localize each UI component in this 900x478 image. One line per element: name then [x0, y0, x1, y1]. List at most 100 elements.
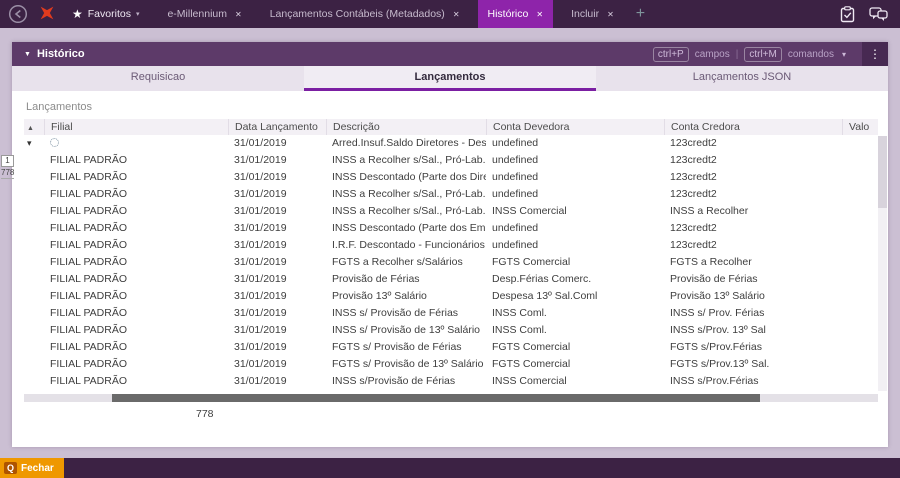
table-row[interactable]: FILIAL PADRÃO 31/01/2019 INSS a Recolher s…	[24, 186, 878, 203]
table-row[interactable]: FILIAL PADRÃO 31/01/2019 FGTS s/ Provisão …	[24, 356, 878, 373]
tab-lancamentos[interactable]: Lançamentos	[304, 66, 596, 91]
filial-cell: FILIAL PADRÃO	[50, 205, 128, 217]
row-expand-cell	[24, 152, 44, 169]
date-cell: 31/01/2019	[234, 341, 287, 353]
tab-lancamentos-json[interactable]: Lançamentos JSON	[596, 66, 888, 91]
table-row[interactable]: FILIAL PADRÃO 31/01/2019 FGTS s/ Provisão …	[24, 339, 878, 356]
panel-tabstrip: Requisicao Lançamentos Lançamentos JSON	[12, 66, 888, 91]
valor-cell	[842, 135, 878, 152]
loading-spinner-icon	[50, 138, 59, 147]
conta-devedora-cell: undefined	[492, 154, 539, 166]
column-header-1[interactable]: Data Lançamento	[228, 119, 326, 135]
footer-bar: Q Fechar	[0, 458, 900, 478]
table-row[interactable]: FILIAL PADRÃO 31/01/2019 Provisão 13º Salá…	[24, 288, 878, 305]
date-cell: 31/01/2019	[234, 188, 287, 200]
descricao-cell: INSS a Recolher s/Sal., Pró-Lab. e Aut.	[332, 205, 486, 217]
tab-historico[interactable]: Histórico ✕	[477, 0, 554, 28]
filial-cell: FILIAL PADRÃO	[50, 239, 128, 251]
horizontal-scrollbar[interactable]	[24, 394, 878, 402]
row-expand-cell: ▾	[24, 135, 44, 152]
expand-column-header[interactable]: ▲	[24, 119, 44, 135]
row-expand-cell	[24, 271, 44, 288]
tab-incluir[interactable]: Incluir ✕	[561, 0, 624, 28]
row-pager[interactable]: 1 778	[1, 155, 14, 179]
table-row[interactable]: FILIAL PADRÃO 31/01/2019 INSS s/ Provisão …	[24, 305, 878, 322]
close-tab-icon[interactable]: ✕	[235, 10, 242, 19]
filial-cell: FILIAL PADRÃO	[50, 154, 128, 166]
close-tab-icon[interactable]: ✕	[536, 10, 543, 19]
panel-header: ▼ Histórico ctrl+P campos | ctrl+M coman…	[12, 42, 888, 66]
column-header-2[interactable]: Descrição	[326, 119, 486, 135]
table-row[interactable]: FILIAL PADRÃO 31/01/2019 INSS Descontado (…	[24, 220, 878, 237]
date-cell: 31/01/2019	[234, 137, 287, 149]
valor-cell	[842, 254, 878, 271]
descricao-cell: INSS Descontado (Parte dos Empregados)	[332, 222, 486, 234]
row-expand-cell	[24, 186, 44, 203]
pager-current: 1	[1, 155, 14, 167]
vertical-scrollbar-thumb[interactable]	[878, 136, 887, 208]
column-header-0[interactable]: Filial	[44, 119, 228, 135]
valor-cell	[842, 356, 878, 373]
historico-panel: ▼ Histórico ctrl+P campos | ctrl+M coman…	[12, 42, 888, 447]
favorites-label: Favoritos	[87, 8, 131, 20]
shortcut-divider: |	[735, 48, 739, 60]
filial-cell: FILIAL PADRÃO	[50, 375, 128, 387]
close-tab-icon[interactable]: ✕	[607, 10, 614, 19]
tab-requisicao[interactable]: Requisicao	[12, 66, 304, 91]
table-row[interactable]: FILIAL PADRÃO 31/01/2019 Provisão de Féria…	[24, 271, 878, 288]
back-button[interactable]	[8, 4, 28, 24]
filial-cell: FILIAL PADRÃO	[50, 324, 128, 336]
close-tab-icon[interactable]: ✕	[453, 10, 460, 19]
vertical-scrollbar[interactable]	[878, 136, 887, 391]
column-header-3[interactable]: Conta Devedora	[486, 119, 664, 135]
chevron-down-icon[interactable]: ▾	[842, 50, 846, 59]
conta-credora-cell: FGTS s/Prov.Férias	[670, 341, 762, 353]
table-row[interactable]: FILIAL PADRÃO 31/01/2019 INSS a Recolher s…	[24, 152, 878, 169]
table-row[interactable]: FILIAL PADRÃO 31/01/2019 INSS a Recolher s…	[24, 203, 878, 220]
date-cell: 31/01/2019	[234, 239, 287, 251]
valor-cell	[842, 186, 878, 203]
clipboard-icon[interactable]	[840, 5, 855, 23]
table-row[interactable]: FILIAL PADRÃO 31/01/2019 FGTS a Recolher s…	[24, 254, 878, 271]
descricao-cell: INSS a Recolher s/Sal., Pró-Lab. e Aut.	[332, 188, 486, 200]
table-row[interactable]: FILIAL PADRÃO 31/01/2019 INSS s/Provisão d…	[24, 373, 878, 390]
row-expand-cell	[24, 254, 44, 271]
tab-label: Incluir	[571, 8, 600, 20]
sort-asc-icon[interactable]: ▲	[27, 125, 34, 132]
pager-total: 778	[1, 168, 15, 179]
panel-title[interactable]: ▼ Histórico	[24, 48, 85, 60]
record-count: 778	[196, 408, 214, 420]
table-row[interactable]: ▾ 31/01/2019 Arred.Insuf.Saldo Diretores -…	[24, 135, 878, 152]
tab-e-millennium[interactable]: e-Millennium ✕	[157, 0, 251, 28]
fechar-button[interactable]: Q Fechar	[0, 458, 64, 478]
filial-cell: FILIAL PADRÃO	[50, 307, 128, 319]
table-row[interactable]: FILIAL PADRÃO 31/01/2019 INSS Descontado (…	[24, 169, 878, 186]
comandos-label: comandos	[787, 48, 834, 60]
conta-devedora-cell: INSS Coml.	[492, 307, 547, 319]
new-tab-icon[interactable]: +	[636, 6, 645, 22]
date-cell: 31/01/2019	[234, 154, 287, 166]
column-header-4[interactable]: Conta Credora	[664, 119, 842, 135]
ptab-label: Requisicao	[130, 71, 186, 83]
ctrlp-key-badge: ctrl+P	[652, 46, 689, 62]
chat-icon[interactable]	[869, 6, 888, 22]
valor-cell	[842, 152, 878, 169]
favorites-menu[interactable]: ★ Favoritos ▾	[72, 7, 139, 21]
fechar-label: Fechar	[21, 462, 54, 474]
table-row[interactable]: FILIAL PADRÃO 31/01/2019 I.R.F. Descontado…	[24, 237, 878, 254]
back-arrow-icon	[8, 4, 28, 24]
conta-credora-cell: 123credt2	[670, 154, 717, 166]
millennium-logo-icon	[38, 4, 56, 25]
table-row[interactable]: FILIAL PADRÃO 31/01/2019 INSS s/ Provisão …	[24, 322, 878, 339]
filial-cell: FILIAL PADRÃO	[50, 273, 128, 285]
valor-cell	[842, 271, 878, 288]
kebab-menu-icon[interactable]: ⋮	[862, 42, 888, 66]
filial-cell: FILIAL PADRÃO	[50, 171, 128, 183]
column-header-5[interactable]: Valo	[842, 119, 878, 135]
tab-lancamentos-contabeis[interactable]: Lançamentos Contábeis (Metadados) ✕	[260, 0, 470, 28]
descricao-cell: INSS a Recolher s/Sal., Pró-Lab. e Aut.	[332, 154, 486, 166]
row-expand-icon[interactable]: ▾	[27, 138, 32, 148]
horizontal-scrollbar-thumb[interactable]	[112, 394, 760, 402]
conta-credora-cell: 123credt2	[670, 171, 717, 183]
date-cell: 31/01/2019	[234, 256, 287, 268]
